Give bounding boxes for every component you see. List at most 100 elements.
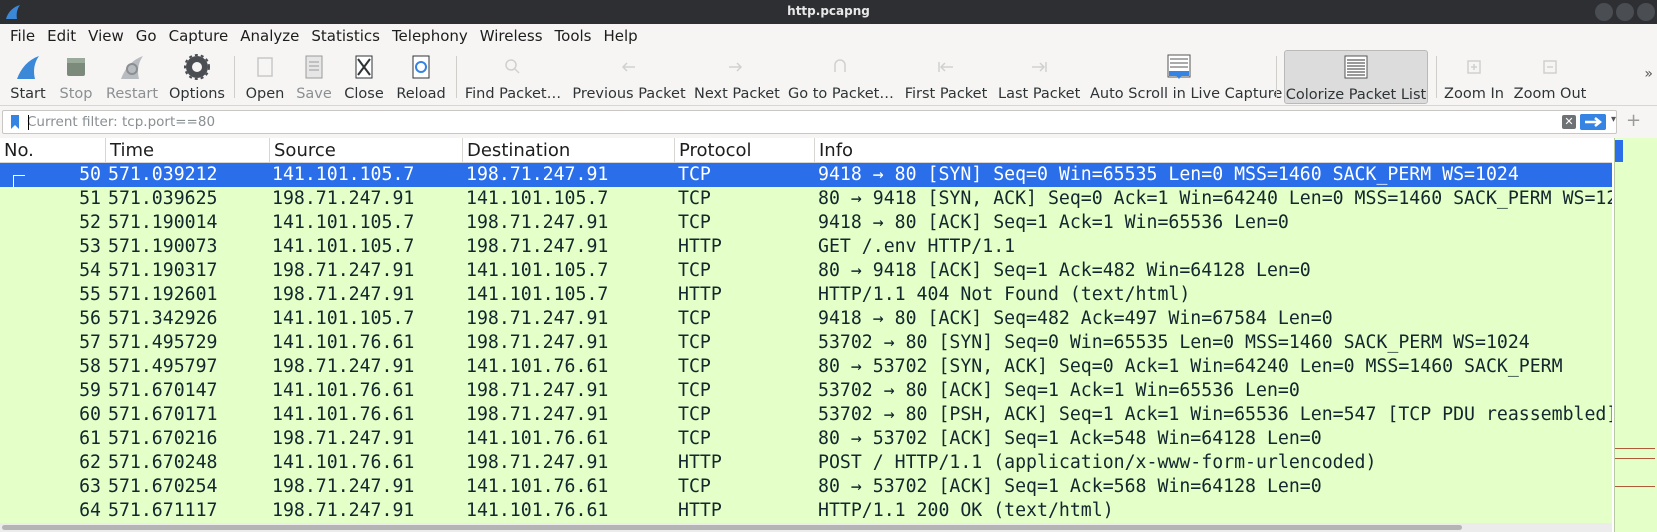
packet-destination: 198.71.247.91 [466,332,609,353]
packet-source: 198.71.247.91 [272,500,415,521]
previous-packet-button[interactable]: Previous Packet [572,50,686,104]
packet-row[interactable]: 63 571.670254 198.71.247.91 141.101.76.61 TC… [0,475,1612,499]
packet-time: 571.670147 [108,380,218,401]
stop-capture-button[interactable]: Stop [54,50,98,104]
minimap-marker [1615,458,1655,459]
packet-time: 571.039625 [108,188,218,209]
first-packet-button[interactable]: First Packet [904,50,988,104]
packet-source: 141.101.76.61 [272,452,415,473]
menu-statistics[interactable]: Statistics [305,27,386,45]
packet-info: 80 → 53702 [ACK] Seq=1 Ack=568 Win=64128… [818,476,1322,497]
packet-row[interactable]: 59 571.670147 141.101.76.61 198.71.247.91 TC… [0,379,1612,403]
packet-number: 57 [79,332,101,353]
open-file-button[interactable]: Open [242,50,288,104]
packet-row[interactable]: 50 571.039212 141.101.105.7 198.71.247.91 TC… [0,163,1612,187]
packet-info: 80 → 9418 [SYN, ACK] Seq=0 Ack=1 Win=642… [818,188,1612,209]
horizontal-scrollbar-thumb[interactable] [2,525,1462,530]
packet-row[interactable]: 53 571.190073 141.101.105.7 198.71.247.91 HT… [0,235,1612,259]
auto-scroll-button[interactable]: Auto Scroll in Live Capture [1090,50,1282,104]
packet-row[interactable]: 51 571.039625 198.71.247.91 141.101.105.7 TC… [0,187,1612,211]
column-header-source[interactable]: Source [270,138,463,163]
packet-row[interactable]: 64 571.671117 198.71.247.91 141.101.76.61 HT… [0,499,1612,523]
zoom-out-button[interactable]: Zoom Out [1512,50,1588,104]
packet-minimap-scrollbar[interactable] [1614,138,1657,532]
menu-capture[interactable]: Capture [163,27,235,45]
menu-wireless[interactable]: Wireless [474,27,549,45]
packet-number: 54 [79,260,101,281]
menu-analyze[interactable]: Analyze [234,27,305,45]
packet-time: 571.495729 [108,332,218,353]
packet-row[interactable]: 62 571.670248 141.101.76.61 198.71.247.91 HT… [0,451,1612,475]
minimap-selection-marker [1615,140,1623,162]
packet-list-header: No. Time Source Destination Protocol Inf… [0,138,1612,163]
packet-info: 9418 → 80 [ACK] Seq=1 Ack=1 Win=65536 Le… [818,212,1289,233]
packet-row[interactable]: 55 571.192601 198.71.247.91 141.101.105.7 HT… [0,283,1612,307]
packet-destination: 198.71.247.91 [466,380,609,401]
colorize-packet-list-button[interactable]: Colorize Packet List [1284,50,1428,104]
column-header-destination[interactable]: Destination [463,138,675,163]
start-capture-button[interactable]: Start [6,50,50,104]
packet-protocol: HTTP [678,236,722,257]
packet-destination: 141.101.76.61 [466,356,609,377]
close-window-button[interactable] [1637,3,1655,21]
apply-filter-arrow-icon[interactable] [1580,114,1606,130]
menu-go[interactable]: Go [130,27,163,45]
menu-bar: File Edit View Go Capture Analyze Statis… [0,24,1657,48]
menu-file[interactable]: File [4,27,41,45]
column-header-time[interactable]: Time [106,138,270,163]
packet-row[interactable]: 52 571.190014 141.101.105.7 198.71.247.91 TC… [0,211,1612,235]
menu-help[interactable]: Help [597,27,643,45]
packet-info: HTTP/1.1 404 Not Found (text/html) [818,284,1191,305]
column-header-no[interactable]: No. [0,138,106,163]
display-filter-input[interactable] [27,112,1547,132]
close-file-button[interactable]: Close [340,50,388,104]
packet-destination: 198.71.247.91 [466,452,609,473]
go-to-packet-button[interactable]: Go to Packet… [788,50,894,104]
packet-number: 64 [79,500,101,521]
packet-time: 571.671117 [108,500,218,521]
arrow-left-icon [621,62,635,72]
packet-source: 141.101.105.7 [272,212,415,233]
menu-tools[interactable]: Tools [549,27,598,45]
filter-history-dropdown-icon[interactable]: ▾ [1611,114,1616,125]
column-header-protocol[interactable]: Protocol [675,138,815,163]
packet-source: 198.71.247.91 [272,428,415,449]
toolbar-separator [234,56,235,98]
auto-scroll-icon [1167,54,1191,79]
bookmark-icon[interactable] [10,115,20,129]
packet-info: 53702 → 80 [PSH, ACK] Seq=1 Ack=1 Win=65… [818,404,1612,425]
column-header-info[interactable]: Info [815,138,1612,163]
menu-telephony[interactable]: Telephony [386,27,474,45]
menu-view[interactable]: View [82,27,130,45]
packet-destination: 141.101.76.61 [466,428,609,449]
save-file-button[interactable]: Save [292,50,336,104]
horizontal-scrollbar[interactable] [0,523,1612,532]
clear-filter-icon[interactable]: ✕ [1562,115,1576,129]
menu-edit[interactable]: Edit [41,27,82,45]
zoom-in-button[interactable]: Zoom In [1442,50,1506,104]
next-packet-button[interactable]: Next Packet [694,50,780,104]
restart-capture-button[interactable]: Restart [102,50,162,104]
zoom-in-icon [1467,60,1481,74]
minimize-button[interactable] [1595,3,1613,21]
packet-row[interactable]: 56 571.342926 141.101.105.7 198.71.247.91 TC… [0,307,1612,331]
find-packet-button[interactable]: Find Packet… [464,50,562,104]
maximize-button[interactable] [1616,3,1634,21]
search-icon [505,59,520,74]
packet-destination: 198.71.247.91 [466,212,609,233]
packet-number: 50 [79,164,101,185]
packet-row[interactable]: 57 571.495729 141.101.76.61 198.71.247.91 TC… [0,331,1612,355]
add-filter-button-icon[interactable]: + [1626,110,1641,131]
last-packet-button[interactable]: Last Packet [998,50,1080,104]
toolbar-overflow-icon[interactable]: » [1644,66,1653,82]
packet-row[interactable]: 60 571.670171 141.101.76.61 198.71.247.91 TC… [0,403,1612,427]
capture-options-button[interactable]: Options [166,50,228,104]
packet-row[interactable]: 61 571.670216 198.71.247.91 141.101.76.61 TC… [0,427,1612,451]
packet-row[interactable]: 58 571.495797 198.71.247.91 141.101.76.61 TC… [0,355,1612,379]
packet-info: 53702 → 80 [ACK] Seq=1 Ack=1 Win=65536 L… [818,380,1300,401]
reload-file-button[interactable]: Reload [392,50,450,104]
window-title: http.pcapng [787,4,870,18]
packet-row[interactable]: 54 571.190317 198.71.247.91 141.101.105.7 TC… [0,259,1612,283]
packet-time: 571.190073 [108,236,218,257]
packet-source: 198.71.247.91 [272,476,415,497]
